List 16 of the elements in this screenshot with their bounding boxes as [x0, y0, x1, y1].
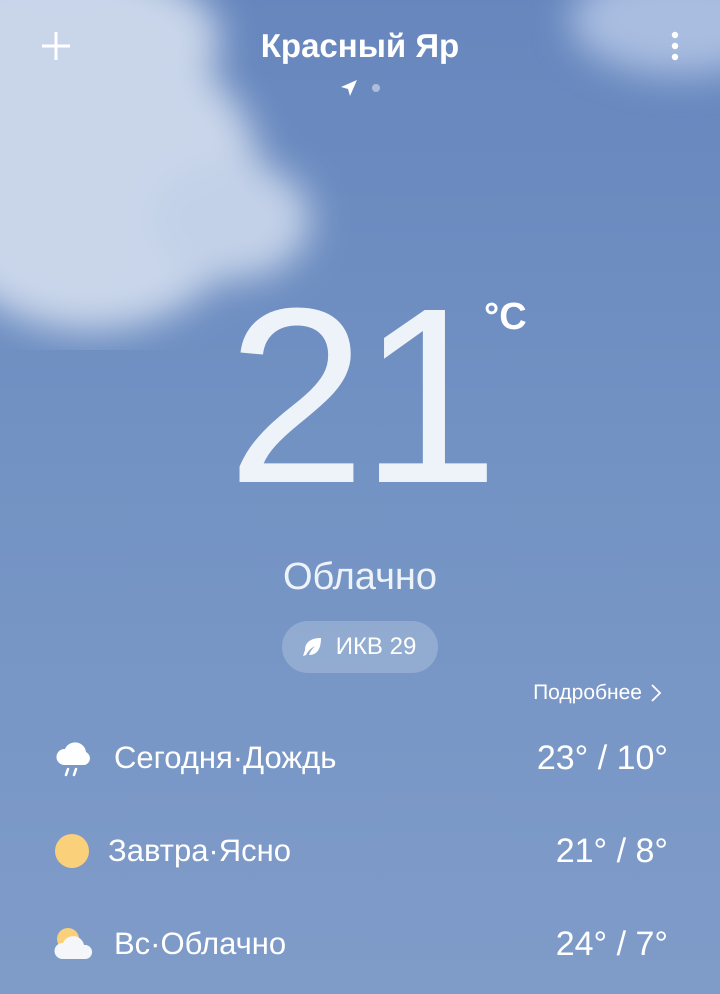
weather-condition: Облачно: [282, 556, 438, 599]
leaf-icon: [302, 637, 322, 657]
air-quality-index: ИКВ 29: [336, 633, 416, 661]
temperature-range: 21° / 8°: [556, 832, 668, 870]
details-link[interactable]: Подробнее: [533, 681, 662, 705]
chevron-right-icon: [650, 683, 662, 703]
page-dot[interactable]: [372, 84, 380, 92]
temperature-range: 23° / 10°: [536, 738, 668, 778]
forecast-day-label: Вс·Облачно: [114, 926, 288, 962]
forecast-day-label: Завтра·Ясно: [108, 833, 292, 869]
temperature-range: 24° / 7°: [556, 924, 668, 964]
sun-icon: [54, 833, 90, 869]
city-title: Красный Яр: [260, 27, 460, 65]
location-arrow-icon[interactable]: [340, 79, 358, 97]
forecast-day-label: Сегодня·Дождь: [114, 740, 338, 776]
air-quality-pill[interactable]: ИКВ 29: [282, 621, 438, 673]
